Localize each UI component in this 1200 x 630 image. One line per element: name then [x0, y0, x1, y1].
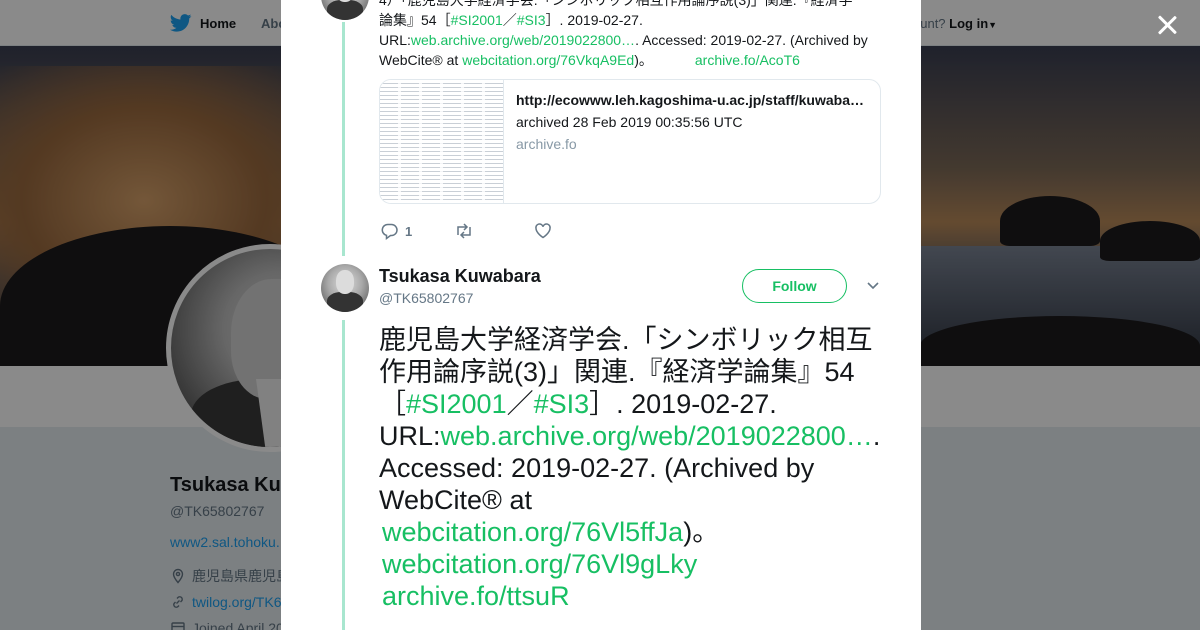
- text-fragment: ／: [502, 12, 517, 28]
- text-fragment: . Accessed: 2019-02-27. (Archived by: [635, 32, 868, 48]
- previous-tweet-avatar[interactable]: [321, 0, 369, 20]
- text-fragment: WebCite® at: [379, 52, 463, 68]
- like-icon: [535, 223, 552, 239]
- reply-button[interactable]: 1: [381, 222, 412, 240]
- hashtag-link[interactable]: #SI2001: [406, 389, 507, 419]
- thread-connector-line: [342, 320, 345, 630]
- tweet-text: 鹿児島大学経済学会.「シンボリック相互作用論序説(3)」関連.『経済学論集』54…: [379, 324, 889, 612]
- text-fragment: ］. 2019-02-27.: [545, 12, 643, 28]
- previous-tweet-line: 論集』54［#SI2001／#SI3］. 2019-02-27.: [379, 10, 879, 30]
- text-fragment: )。: [634, 52, 653, 68]
- text-fragment: 論集』54［: [379, 12, 451, 28]
- hashtag-link[interactable]: #SI2001: [451, 12, 503, 28]
- text-fragment: ］. 2019-02-27.: [589, 389, 777, 419]
- text-fragment: URL:: [379, 32, 411, 48]
- archive-url-link[interactable]: web.archive.org/web/2019022800…: [441, 421, 873, 451]
- tweet-author-handle[interactable]: @TK65802767: [379, 290, 473, 306]
- archive-url-link[interactable]: web.archive.org/web/2019022800…: [411, 32, 635, 48]
- link-preview-card[interactable]: http://ecowww.leh.kagoshima-u.ac.jp/staf…: [379, 79, 881, 204]
- retweet-icon: [457, 223, 471, 239]
- tweet-actions: 1: [381, 222, 552, 240]
- archive-fo-link[interactable]: archive.fo/ttsuR: [379, 580, 889, 612]
- tweet-author-name[interactable]: Tsukasa Kuwabara: [379, 266, 541, 287]
- card-url: http://ecowww.leh.kagoshima-u.ac.jp/staf…: [516, 92, 868, 108]
- tweet-author-avatar[interactable]: [321, 264, 369, 312]
- tweet-modal: 4）「鹿児島大学経済学会.「シンボリック相互作用論序説(3)」関連.『経済学 論…: [281, 0, 921, 630]
- text-fragment: ／: [506, 389, 534, 419]
- previous-tweet-line: WebCite® at webcitation.org/76VkqA9Ed)。 a…: [379, 50, 879, 70]
- like-button[interactable]: [534, 222, 552, 240]
- hashtag-link[interactable]: #SI3: [534, 389, 590, 419]
- reply-count: 1: [405, 223, 413, 239]
- archive-fo-link[interactable]: archive.fo/AcoT6: [695, 52, 800, 68]
- thread-connector-line: [342, 22, 345, 256]
- close-icon[interactable]: [1152, 10, 1182, 40]
- previous-tweet-text: 4）「鹿児島大学経済学会.「シンボリック相互作用論序説(3)」関連.『経済学 論…: [379, 0, 879, 70]
- webcite-link[interactable]: webcitation.org/76Vl5ffJa: [379, 517, 683, 547]
- card-thumbnail: [380, 80, 504, 203]
- chevron-down-icon[interactable]: [866, 278, 880, 292]
- card-domain: archive.fo: [516, 136, 577, 152]
- retweet-button[interactable]: [454, 222, 474, 240]
- card-body: http://ecowww.leh.kagoshima-u.ac.jp/staf…: [504, 80, 880, 203]
- follow-button[interactable]: Follow: [742, 269, 847, 303]
- text-fragment: URL:: [379, 421, 441, 451]
- hashtag-link[interactable]: #SI3: [517, 12, 546, 28]
- reply-icon: [381, 223, 398, 240]
- webcite-link[interactable]: webcitation.org/76VkqA9Ed: [462, 52, 634, 68]
- previous-tweet-line: 4）「鹿児島大学経済学会.「シンボリック相互作用論序説(3)」関連.『経済学: [379, 0, 853, 8]
- previous-tweet-line: URL:web.archive.org/web/2019022800…. Acc…: [379, 30, 879, 50]
- webcite-link[interactable]: webcitation.org/76Vl9gLky: [379, 548, 889, 580]
- card-description: archived 28 Feb 2019 00:35:56 UTC: [516, 114, 743, 130]
- text-fragment: )。: [683, 517, 720, 547]
